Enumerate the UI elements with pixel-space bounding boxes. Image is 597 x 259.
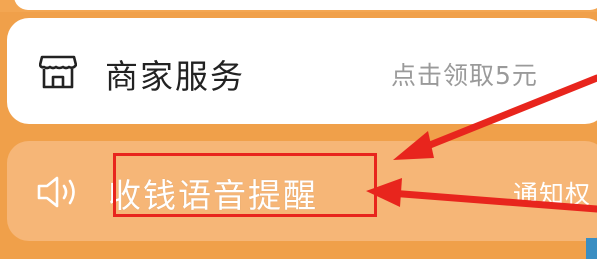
annotation-arrows [366,74,597,213]
corner-tab [586,238,597,259]
arrow-upper [393,74,597,160]
arrow-lower [366,178,597,213]
